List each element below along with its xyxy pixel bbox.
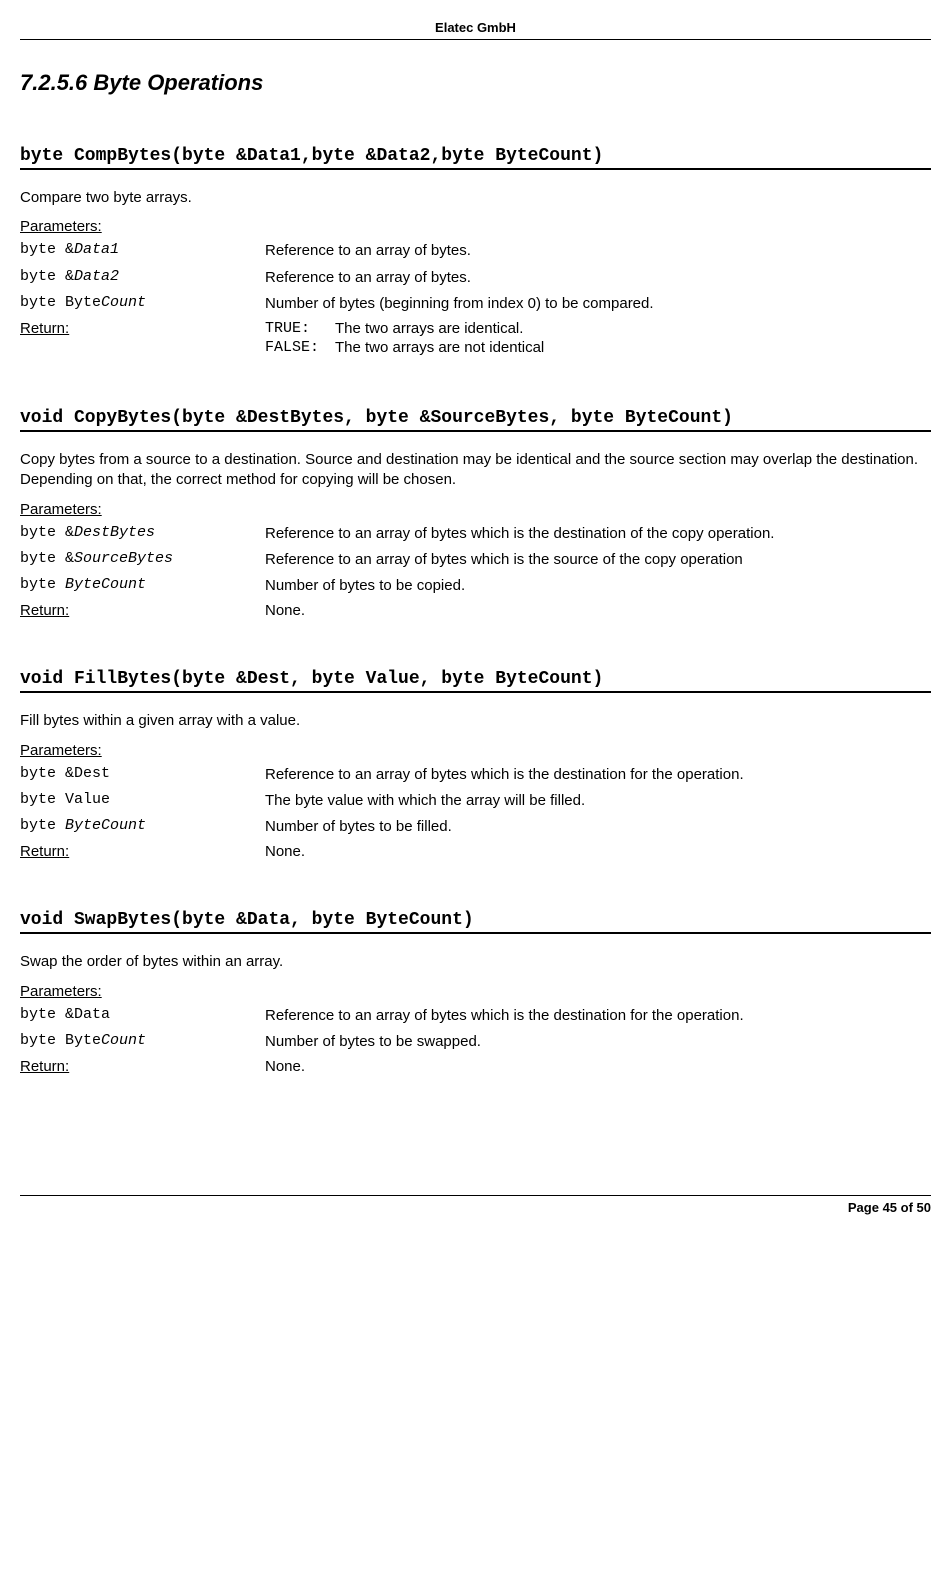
param-row: byte ByteCountNumber of bytes (beginning… bbox=[20, 294, 931, 314]
function-signature: byte CompBytes(byte &Data1,byte &Data2,b… bbox=[20, 146, 931, 170]
return-row: Return:TRUE:The two arrays are identical… bbox=[20, 320, 931, 358]
page-header: Elatec GmbH bbox=[20, 20, 931, 40]
param-desc: Reference to an array of bytes which is … bbox=[265, 524, 931, 544]
param-name: byte &Data bbox=[20, 1006, 265, 1023]
return-label: Return: bbox=[20, 1058, 265, 1075]
param-row: byte ByteCountNumber of bytes to be swap… bbox=[20, 1032, 931, 1052]
function-signature: void CopyBytes(byte &DestBytes, byte &So… bbox=[20, 408, 931, 432]
function-description: Compare two byte arrays. bbox=[20, 188, 931, 208]
function-description: Swap the order of bytes within an array. bbox=[20, 952, 931, 972]
param-desc: Reference to an array of bytes. bbox=[265, 268, 931, 288]
param-name: byte &Dest bbox=[20, 765, 265, 782]
param-row: byte &Data1Reference to an array of byte… bbox=[20, 241, 931, 261]
return-row: Return:None. bbox=[20, 602, 931, 619]
param-row: byte ByteCountNumber of bytes to be copi… bbox=[20, 576, 931, 596]
param-name: byte &Data2 bbox=[20, 268, 265, 285]
param-name: byte ByteCount bbox=[20, 1032, 265, 1049]
function-description: Fill bytes within a given array with a v… bbox=[20, 711, 931, 731]
return-row: Return:None. bbox=[20, 843, 931, 860]
function-signature: void FillBytes(byte &Dest, byte Value, b… bbox=[20, 669, 931, 693]
param-desc: Reference to an array of bytes which is … bbox=[265, 1006, 931, 1026]
param-desc: Number of bytes to be filled. bbox=[265, 817, 931, 837]
param-row: byte &DestBytesReference to an array of … bbox=[20, 524, 931, 544]
param-name: byte &DestBytes bbox=[20, 524, 265, 541]
param-row: byte &DestReference to an array of bytes… bbox=[20, 765, 931, 785]
return-label: Return: bbox=[20, 320, 265, 337]
param-row: byte &SourceBytesReference to an array o… bbox=[20, 550, 931, 570]
param-row: byte ValueThe byte value with which the … bbox=[20, 791, 931, 811]
param-desc: Number of bytes to be copied. bbox=[265, 576, 931, 596]
return-row: Return:None. bbox=[20, 1058, 931, 1075]
param-row: byte &Data2Reference to an array of byte… bbox=[20, 268, 931, 288]
page-footer: Page 45 of 50 bbox=[20, 1195, 931, 1215]
function-signature: void SwapBytes(byte &Data, byte ByteCoun… bbox=[20, 910, 931, 934]
parameters-label: Parameters: bbox=[20, 983, 931, 1000]
param-name: byte ByteCount bbox=[20, 576, 265, 593]
param-name: byte ByteCount bbox=[20, 817, 265, 834]
parameters-label: Parameters: bbox=[20, 218, 931, 235]
param-desc: Reference to an array of bytes which is … bbox=[265, 550, 931, 570]
param-desc: Number of bytes to be swapped. bbox=[265, 1032, 931, 1052]
param-row: byte ByteCountNumber of bytes to be fill… bbox=[20, 817, 931, 837]
param-row: byte &DataReference to an array of bytes… bbox=[20, 1006, 931, 1026]
param-name: byte Value bbox=[20, 791, 265, 808]
param-desc: The byte value with which the array will… bbox=[265, 791, 931, 811]
parameters-label: Parameters: bbox=[20, 742, 931, 759]
return-desc: None. bbox=[265, 843, 931, 860]
return-label: Return: bbox=[20, 602, 265, 619]
return-label: Return: bbox=[20, 843, 265, 860]
param-desc: Reference to an array of bytes which is … bbox=[265, 765, 931, 785]
parameters-label: Parameters: bbox=[20, 501, 931, 518]
return-desc: None. bbox=[265, 602, 931, 619]
functions-container: byte CompBytes(byte &Data1,byte &Data2,b… bbox=[20, 146, 931, 1075]
param-name: byte &Data1 bbox=[20, 241, 265, 258]
return-desc: None. bbox=[265, 1058, 931, 1075]
param-name: byte ByteCount bbox=[20, 294, 265, 311]
return-desc: TRUE:The two arrays are identical.FALSE:… bbox=[265, 320, 931, 358]
param-desc: Number of bytes (beginning from index 0)… bbox=[265, 294, 931, 314]
section-title: 7.2.5.6 Byte Operations bbox=[20, 70, 931, 96]
param-name: byte &SourceBytes bbox=[20, 550, 265, 567]
param-desc: Reference to an array of bytes. bbox=[265, 241, 931, 261]
function-description: Copy bytes from a source to a destinatio… bbox=[20, 450, 931, 491]
